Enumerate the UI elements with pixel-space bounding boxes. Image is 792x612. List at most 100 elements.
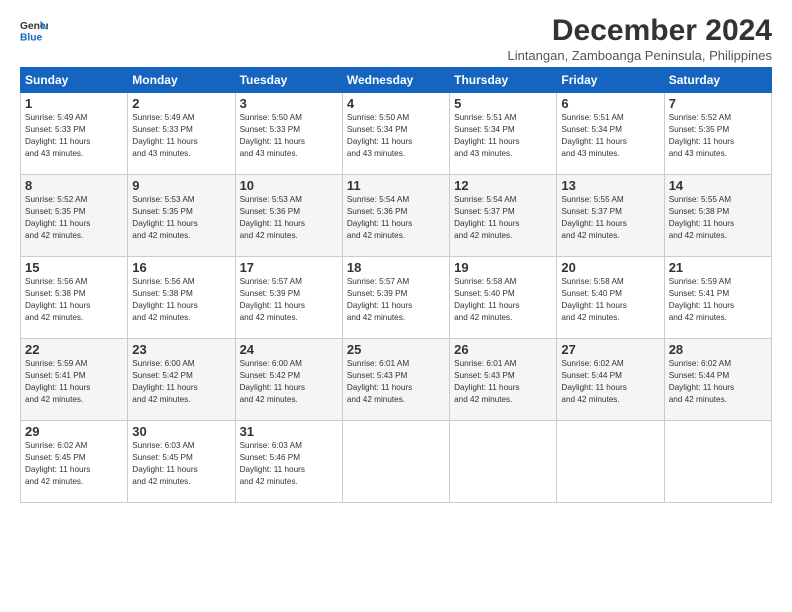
day-info: Sunrise: 5:49 AMSunset: 5:33 PMDaylight:… [132, 113, 197, 158]
day-number: 25 [347, 342, 445, 357]
day-number: 4 [347, 96, 445, 111]
day-info: Sunrise: 6:00 AMSunset: 5:42 PMDaylight:… [240, 359, 305, 404]
calendar-cell: 20 Sunrise: 5:58 AMSunset: 5:40 PMDaylig… [557, 257, 664, 339]
day-number: 1 [25, 96, 123, 111]
day-number: 23 [132, 342, 230, 357]
calendar-cell: 26 Sunrise: 6:01 AMSunset: 5:43 PMDaylig… [450, 339, 557, 421]
calendar-cell: 9 Sunrise: 5:53 AMSunset: 5:35 PMDayligh… [128, 175, 235, 257]
day-number: 13 [561, 178, 659, 193]
day-info: Sunrise: 5:53 AMSunset: 5:36 PMDaylight:… [240, 195, 305, 240]
day-info: Sunrise: 6:02 AMSunset: 5:45 PMDaylight:… [25, 441, 90, 486]
calendar-cell: 1 Sunrise: 5:49 AMSunset: 5:33 PMDayligh… [21, 93, 128, 175]
day-info: Sunrise: 5:51 AMSunset: 5:34 PMDaylight:… [561, 113, 626, 158]
day-info: Sunrise: 5:56 AMSunset: 5:38 PMDaylight:… [132, 277, 197, 322]
day-number: 11 [347, 178, 445, 193]
calendar-week-row: 1 Sunrise: 5:49 AMSunset: 5:33 PMDayligh… [21, 93, 772, 175]
day-number: 17 [240, 260, 338, 275]
day-number: 3 [240, 96, 338, 111]
logo: General Blue [20, 16, 48, 44]
calendar-page: General Blue December 2024 Lintangan, Za… [0, 0, 792, 612]
day-info: Sunrise: 5:56 AMSunset: 5:38 PMDaylight:… [25, 277, 90, 322]
weekday-header: Monday [128, 68, 235, 93]
location: Lintangan, Zamboanga Peninsula, Philippi… [507, 48, 772, 63]
day-number: 6 [561, 96, 659, 111]
calendar-cell: 14 Sunrise: 5:55 AMSunset: 5:38 PMDaylig… [664, 175, 771, 257]
day-info: Sunrise: 6:01 AMSunset: 5:43 PMDaylight:… [454, 359, 519, 404]
calendar-cell: 28 Sunrise: 6:02 AMSunset: 5:44 PMDaylig… [664, 339, 771, 421]
day-info: Sunrise: 5:55 AMSunset: 5:37 PMDaylight:… [561, 195, 626, 240]
day-number: 30 [132, 424, 230, 439]
weekday-header: Thursday [450, 68, 557, 93]
day-number: 8 [25, 178, 123, 193]
day-info: Sunrise: 5:53 AMSunset: 5:35 PMDaylight:… [132, 195, 197, 240]
calendar-cell: 8 Sunrise: 5:52 AMSunset: 5:35 PMDayligh… [21, 175, 128, 257]
calendar-cell: 23 Sunrise: 6:00 AMSunset: 5:42 PMDaylig… [128, 339, 235, 421]
day-info: Sunrise: 6:01 AMSunset: 5:43 PMDaylight:… [347, 359, 412, 404]
calendar-week-row: 8 Sunrise: 5:52 AMSunset: 5:35 PMDayligh… [21, 175, 772, 257]
day-info: Sunrise: 5:58 AMSunset: 5:40 PMDaylight:… [561, 277, 626, 322]
day-number: 29 [25, 424, 123, 439]
calendar-cell: 29 Sunrise: 6:02 AMSunset: 5:45 PMDaylig… [21, 421, 128, 503]
calendar-cell: 19 Sunrise: 5:58 AMSunset: 5:40 PMDaylig… [450, 257, 557, 339]
day-number: 31 [240, 424, 338, 439]
day-info: Sunrise: 6:03 AMSunset: 5:46 PMDaylight:… [240, 441, 305, 486]
calendar-cell: 16 Sunrise: 5:56 AMSunset: 5:38 PMDaylig… [128, 257, 235, 339]
svg-text:Blue: Blue [20, 32, 43, 43]
calendar-cell: 18 Sunrise: 5:57 AMSunset: 5:39 PMDaylig… [342, 257, 449, 339]
calendar-cell: 17 Sunrise: 5:57 AMSunset: 5:39 PMDaylig… [235, 257, 342, 339]
calendar-cell [664, 421, 771, 503]
calendar-table: SundayMondayTuesdayWednesdayThursdayFrid… [20, 67, 772, 503]
calendar-week-row: 15 Sunrise: 5:56 AMSunset: 5:38 PMDaylig… [21, 257, 772, 339]
day-number: 19 [454, 260, 552, 275]
day-info: Sunrise: 5:52 AMSunset: 5:35 PMDaylight:… [25, 195, 90, 240]
day-info: Sunrise: 6:02 AMSunset: 5:44 PMDaylight:… [561, 359, 626, 404]
day-number: 18 [347, 260, 445, 275]
day-number: 24 [240, 342, 338, 357]
calendar-cell: 10 Sunrise: 5:53 AMSunset: 5:36 PMDaylig… [235, 175, 342, 257]
calendar-cell: 21 Sunrise: 5:59 AMSunset: 5:41 PMDaylig… [664, 257, 771, 339]
weekday-header: Wednesday [342, 68, 449, 93]
day-info: Sunrise: 5:54 AMSunset: 5:36 PMDaylight:… [347, 195, 412, 240]
day-info: Sunrise: 5:50 AMSunset: 5:34 PMDaylight:… [347, 113, 412, 158]
day-info: Sunrise: 5:58 AMSunset: 5:40 PMDaylight:… [454, 277, 519, 322]
calendar-cell: 27 Sunrise: 6:02 AMSunset: 5:44 PMDaylig… [557, 339, 664, 421]
day-info: Sunrise: 5:49 AMSunset: 5:33 PMDaylight:… [25, 113, 90, 158]
calendar-body: 1 Sunrise: 5:49 AMSunset: 5:33 PMDayligh… [21, 93, 772, 503]
day-number: 16 [132, 260, 230, 275]
day-number: 10 [240, 178, 338, 193]
header: General Blue December 2024 Lintangan, Za… [20, 16, 772, 63]
day-number: 5 [454, 96, 552, 111]
day-number: 14 [669, 178, 767, 193]
day-info: Sunrise: 5:51 AMSunset: 5:34 PMDaylight:… [454, 113, 519, 158]
day-info: Sunrise: 5:50 AMSunset: 5:33 PMDaylight:… [240, 113, 305, 158]
day-info: Sunrise: 5:59 AMSunset: 5:41 PMDaylight:… [25, 359, 90, 404]
calendar-cell: 25 Sunrise: 6:01 AMSunset: 5:43 PMDaylig… [342, 339, 449, 421]
weekday-header: Saturday [664, 68, 771, 93]
calendar-cell [450, 421, 557, 503]
month-title: December 2024 [507, 16, 772, 46]
day-number: 27 [561, 342, 659, 357]
calendar-cell: 22 Sunrise: 5:59 AMSunset: 5:41 PMDaylig… [21, 339, 128, 421]
calendar-cell: 24 Sunrise: 6:00 AMSunset: 5:42 PMDaylig… [235, 339, 342, 421]
calendar-cell: 11 Sunrise: 5:54 AMSunset: 5:36 PMDaylig… [342, 175, 449, 257]
calendar-cell [342, 421, 449, 503]
calendar-week-row: 29 Sunrise: 6:02 AMSunset: 5:45 PMDaylig… [21, 421, 772, 503]
day-number: 26 [454, 342, 552, 357]
calendar-week-row: 22 Sunrise: 5:59 AMSunset: 5:41 PMDaylig… [21, 339, 772, 421]
calendar-cell: 5 Sunrise: 5:51 AMSunset: 5:34 PMDayligh… [450, 93, 557, 175]
calendar-cell [557, 421, 664, 503]
day-number: 12 [454, 178, 552, 193]
day-info: Sunrise: 5:55 AMSunset: 5:38 PMDaylight:… [669, 195, 734, 240]
weekday-header: Sunday [21, 68, 128, 93]
day-number: 22 [25, 342, 123, 357]
weekday-header: Friday [557, 68, 664, 93]
day-info: Sunrise: 6:03 AMSunset: 5:45 PMDaylight:… [132, 441, 197, 486]
calendar-cell: 4 Sunrise: 5:50 AMSunset: 5:34 PMDayligh… [342, 93, 449, 175]
day-info: Sunrise: 5:52 AMSunset: 5:35 PMDaylight:… [669, 113, 734, 158]
day-number: 21 [669, 260, 767, 275]
calendar-cell: 13 Sunrise: 5:55 AMSunset: 5:37 PMDaylig… [557, 175, 664, 257]
calendar-cell: 15 Sunrise: 5:56 AMSunset: 5:38 PMDaylig… [21, 257, 128, 339]
title-block: December 2024 Lintangan, Zamboanga Penin… [507, 16, 772, 63]
calendar-cell: 31 Sunrise: 6:03 AMSunset: 5:46 PMDaylig… [235, 421, 342, 503]
day-info: Sunrise: 6:00 AMSunset: 5:42 PMDaylight:… [132, 359, 197, 404]
